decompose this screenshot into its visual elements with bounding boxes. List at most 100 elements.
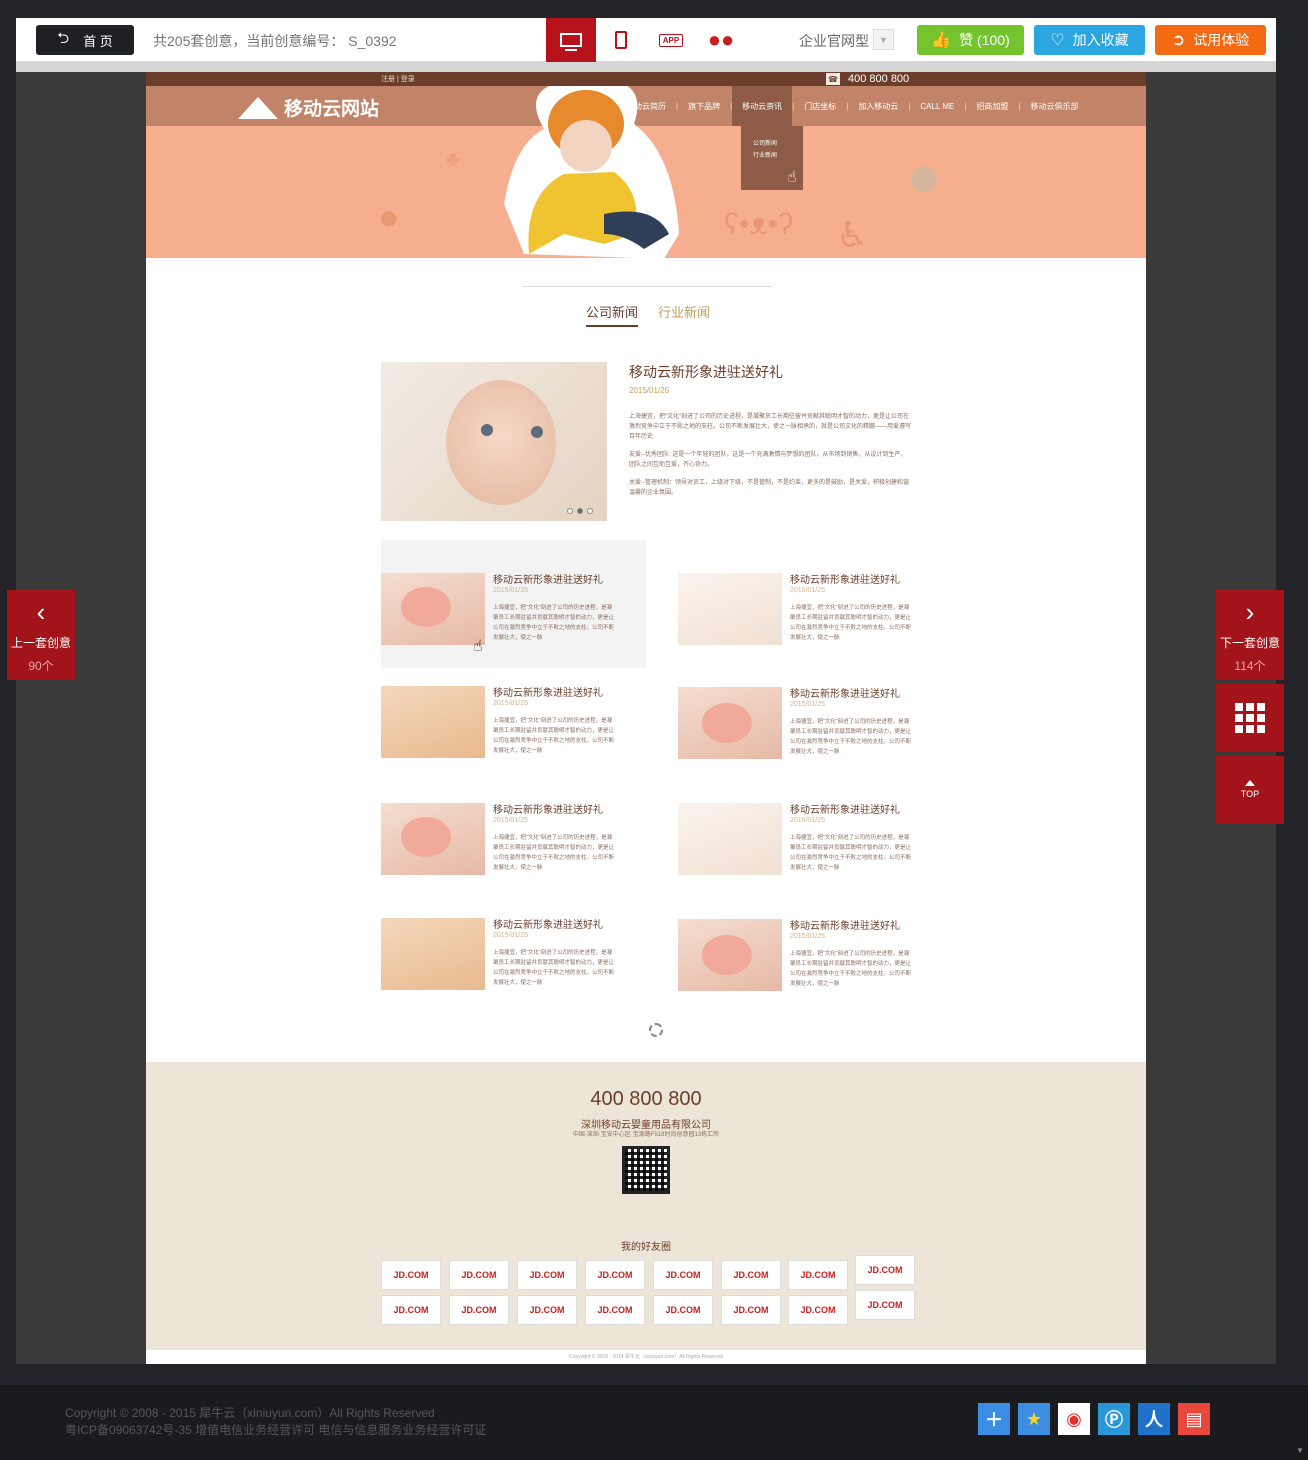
news-card[interactable]: 移动云新形象进驻送好礼 2015/01/25 上海捷宜，把“文化”刻进了公司的历…	[678, 654, 943, 782]
friend-link-logo[interactable]: JD.COM	[653, 1295, 713, 1325]
feature-article[interactable]: 移动云新形象进驻送好礼 2015/01/25 上海捷宜，把“文化”刻进了公司的历…	[381, 362, 911, 522]
tab-industry-news[interactable]: 行业新闻	[658, 302, 710, 321]
news-title: 移动云新形象进驻送好礼	[493, 688, 603, 699]
news-card[interactable]: 移动云新形象进驻送好礼 2015/01/25 上海捷宜，把“文化”刻进了公司的历…	[381, 885, 646, 1013]
trial-button[interactable]: ➲ 试用体验	[1155, 25, 1266, 55]
site-top-bar: 注册 | 登录 ☎ 400 800 800	[146, 72, 1146, 86]
nav-item[interactable]: 移动云俱乐部	[1020, 101, 1088, 112]
site-logo[interactable]: 移动云网站	[238, 94, 379, 121]
news-thumbnail	[381, 803, 485, 875]
friend-link-logo[interactable]: JD.COM	[788, 1260, 848, 1290]
friend-link-logo[interactable]: JD.COM	[517, 1260, 577, 1290]
page-footer: Copyright © 2008 - 2015 犀牛云（xiniuyun.com…	[0, 1385, 1308, 1460]
nav-dropdown: 公司新闻 行业新闻 ☝	[741, 126, 803, 190]
friend-link-logo[interactable]: JD.COM	[788, 1295, 848, 1325]
nav-item[interactable]: 招商加盟	[966, 101, 1018, 112]
desktop-icon	[560, 33, 582, 51]
site-copyright: Copyright © 2008 - 2014 犀牛云（xiniuyun.com…	[146, 1350, 1146, 1364]
friends-title: 我的好友圈	[621, 1242, 671, 1253]
thumbs-up-icon: 👍	[931, 32, 952, 49]
tencent-weibo-icon[interactable]: Ⓟ	[1098, 1403, 1130, 1435]
favorite-label: 加入收藏	[1072, 32, 1129, 48]
site-nav: 移动云简历 | 旗下品牌 | 移动云资讯 | 门店坐标 | 加入移动云 | CALL ME…	[616, 86, 1088, 126]
prev-template-button[interactable]: ‹ 上一套创意 90个	[7, 590, 75, 680]
friend-link-logo[interactable]: JD.COM	[585, 1295, 645, 1325]
baby-banner-image	[504, 86, 679, 258]
phone-icon: ☎	[826, 73, 840, 85]
news-title: 移动云新形象进驻送好礼	[790, 805, 900, 816]
qzone-star-icon[interactable]: ★	[1018, 1403, 1050, 1435]
news-thumbnail	[678, 573, 782, 645]
friend-link-logo[interactable]: JD.COM	[855, 1255, 915, 1285]
like-button[interactable]: 👍 赞 (100)	[917, 25, 1024, 55]
feature-paragraph: 上海捷宜，把“文化”刻进了公司的历史进程，是凝聚员工长期驻留并贡献其聪明才智的动…	[629, 414, 912, 440]
scroll-down-icon[interactable]: ▼	[1296, 1446, 1308, 1458]
nav-item[interactable]: 旗下品牌	[678, 101, 730, 112]
news-title: 移动云新形象进驻送好礼	[493, 575, 603, 586]
all-templates-button[interactable]	[1216, 684, 1284, 752]
feature-title[interactable]: 移动云新形象进驻送好礼	[629, 362, 783, 382]
news-excerpt: 上海捷宜，把“文化”刻进了公司的历史进程，是凝聚员工长期驻留并贡献其聪明才智的动…	[790, 719, 912, 755]
weibo-icon[interactable]: ◉	[1058, 1403, 1090, 1435]
nav-item[interactable]: 门店坐标	[794, 101, 846, 112]
dropdown-item[interactable]: 公司新闻	[753, 138, 803, 150]
friend-link-logo[interactable]: JD.COM	[449, 1295, 509, 1325]
news-card[interactable]: 移动云新形象进驻送好礼 2015/01/25 上海捷宜，把“文化”刻进了公司的历…	[381, 770, 646, 898]
back-to-top-button[interactable]: TOP	[1216, 756, 1284, 824]
login-links[interactable]: 注册 | 登录	[381, 74, 415, 84]
news-card[interactable]: 移动云新形象进驻送好礼 2015/01/25 上海捷宜，把“文化”刻进了公司的历…	[678, 886, 943, 1014]
top-label: TOP	[1240, 789, 1260, 799]
plus-share-icon[interactable]: ＋	[978, 1403, 1010, 1435]
tablet-view-button[interactable]	[596, 18, 646, 62]
news-excerpt: 上海捷宜，把“文化”刻进了公司的历史进程，是凝聚员工长期驻留并贡献其聪明才智的动…	[790, 951, 912, 987]
tab-company-news[interactable]: 公司新闻	[586, 302, 639, 327]
document-share-icon[interactable]: ▤	[1178, 1403, 1210, 1435]
renren-icon[interactable]: 人	[1138, 1403, 1170, 1435]
home-button[interactable]: ⮌ 首 页	[36, 25, 134, 55]
device-switcher: APP ●●	[546, 18, 746, 69]
friend-link-logo[interactable]: JD.COM	[721, 1260, 781, 1290]
friend-link-logo[interactable]: JD.COM	[381, 1260, 441, 1290]
template-info: 共205套创意，当前创意编号： S_0392	[153, 33, 397, 49]
favorite-button[interactable]: ♡ 加入收藏	[1034, 25, 1145, 55]
slider-dots[interactable]	[567, 508, 593, 514]
friend-link-logo[interactable]: JD.COM	[449, 1260, 509, 1290]
nav-item[interactable]: 加入移动云	[848, 101, 908, 112]
app-view-button[interactable]: APP	[646, 18, 696, 62]
dropdown-item[interactable]: 行业新闻	[753, 150, 803, 162]
feature-paragraph: 关爱--管理机制：领导对员工，上级对下级，不是管制，不是约束，更多的是鼓励，是关…	[629, 480, 909, 496]
tablet-icon	[615, 31, 627, 49]
news-date: 2015/01/25	[790, 933, 826, 940]
friend-link-logo[interactable]: JD.COM	[855, 1290, 915, 1320]
site-footer: 400 800 800 深圳移动云婴童用品有限公司 中国·深圳·宝安中心区·宝源…	[146, 1062, 1146, 1350]
news-card[interactable]: 移动云新形象进驻送好礼 2015/01/25 上海捷宜，把“文化”刻进了公司的历…	[381, 540, 646, 668]
friend-link-logo[interactable]: JD.COM	[653, 1260, 713, 1290]
chevron-down-icon[interactable]: ▼	[873, 29, 894, 50]
section-divider	[522, 286, 772, 287]
nav-item[interactable]: CALL ME	[910, 102, 964, 111]
next-template-button[interactable]: › 下一套创意 114个	[1216, 590, 1284, 680]
friend-link-logo[interactable]: JD.COM	[381, 1295, 441, 1325]
news-title: 移动云新形象进驻送好礼	[790, 921, 900, 932]
news-card[interactable]: 移动云新形象进驻送好礼 2015/01/25 上海捷宜，把“文化”刻进了公司的历…	[678, 770, 943, 898]
icp-line: 粤ICP备09063742号-35 增值电信业务经营许可 电信与信息服务业务经营…	[65, 1423, 487, 1437]
site-type-select[interactable]: 企业官网型	[799, 31, 869, 51]
news-excerpt: 上海捷宜，把“文化”刻进了公司的历史进程，是凝聚员工长期驻留并贡献其聪明才智的动…	[493, 718, 615, 754]
feature-image	[381, 362, 607, 521]
news-card[interactable]: 移动云新形象进驻送好礼 2015/01/25 上海捷宜，把“文化”刻进了公司的历…	[678, 540, 943, 668]
nav-item-active[interactable]: 移动云资讯	[732, 86, 793, 126]
bib-icon: ●	[378, 196, 400, 237]
news-card[interactable]: 移动云新形象进驻送好礼 2015/01/25 上海捷宜，把“文化”刻进了公司的历…	[381, 653, 646, 781]
friend-link-logo[interactable]: JD.COM	[585, 1260, 645, 1290]
arrow-circle-icon: ➲	[1171, 32, 1186, 49]
desktop-view-button[interactable]	[546, 18, 596, 69]
wechat-view-button[interactable]: ●●	[696, 18, 746, 62]
next-count: 114个	[1234, 659, 1266, 673]
news-date: 2015/01/25	[790, 817, 826, 824]
news-excerpt: 上海捷宜，把“文化”刻进了公司的历史进程，是凝聚员工长期驻留并贡献其聪明才智的动…	[790, 835, 912, 871]
friend-link-logo[interactable]: JD.COM	[517, 1295, 577, 1325]
prev-count: 90个	[28, 659, 54, 673]
friend-link-logo[interactable]: JD.COM	[721, 1295, 781, 1325]
news-date: 2015/01/25	[790, 587, 826, 594]
page-copyright: Copyright © 2008 - 2015 犀牛云（xiniuyun.com…	[65, 1405, 486, 1439]
